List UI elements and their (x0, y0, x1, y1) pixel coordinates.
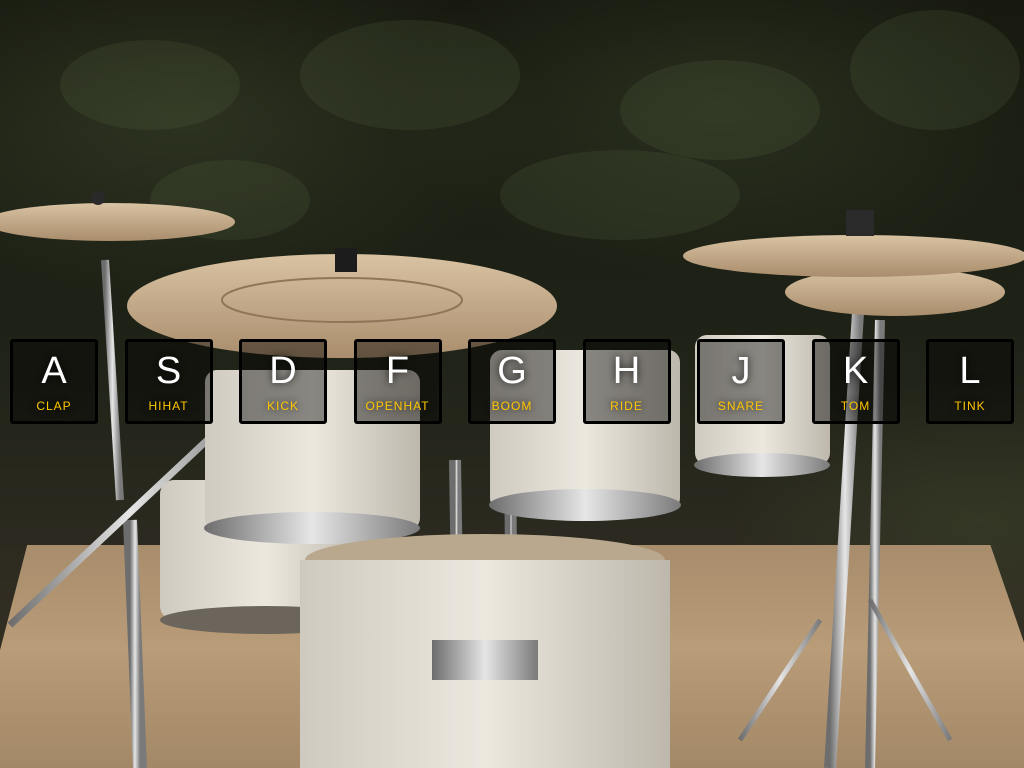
key-letter: A (41, 349, 67, 392)
key-sound-label: tink (954, 398, 986, 413)
key-sound-label: boom (491, 398, 533, 413)
key-letter: F (385, 349, 410, 392)
key-letter: G (497, 349, 527, 392)
key-letter: H (612, 349, 641, 392)
drum-keys: A clap S hihat D kick F openhat G boom H… (10, 339, 1014, 428)
key-k[interactable]: K tom (811, 339, 900, 424)
key-sound-label: clap (36, 398, 72, 413)
drum-kit-app: A clap S hihat D kick F openhat G boom H… (0, 0, 1024, 768)
key-letter: L (959, 349, 981, 392)
key-sound-label: snare (717, 398, 765, 413)
key-f[interactable]: F openhat (353, 339, 442, 424)
key-h[interactable]: H ride (582, 339, 671, 424)
key-a[interactable]: A clap (10, 339, 98, 424)
key-sound-label: kick (266, 398, 299, 413)
key-d[interactable]: D kick (239, 339, 327, 424)
key-g[interactable]: G boom (468, 339, 556, 424)
key-s[interactable]: S hihat (124, 339, 213, 424)
key-letter: J (731, 349, 751, 392)
bass-drum (300, 534, 670, 768)
key-letter: S (155, 349, 182, 392)
cymbals (0, 191, 1024, 358)
key-sound-label: ride (610, 398, 643, 413)
key-sound-label: openhat (365, 398, 430, 413)
key-sound-label: hihat (148, 398, 189, 413)
key-letter: K (842, 349, 869, 392)
key-letter: D (269, 349, 297, 392)
key-sound-label: tom (840, 398, 871, 413)
key-j[interactable]: J snare (697, 339, 785, 424)
key-l[interactable]: L tink (926, 339, 1014, 424)
